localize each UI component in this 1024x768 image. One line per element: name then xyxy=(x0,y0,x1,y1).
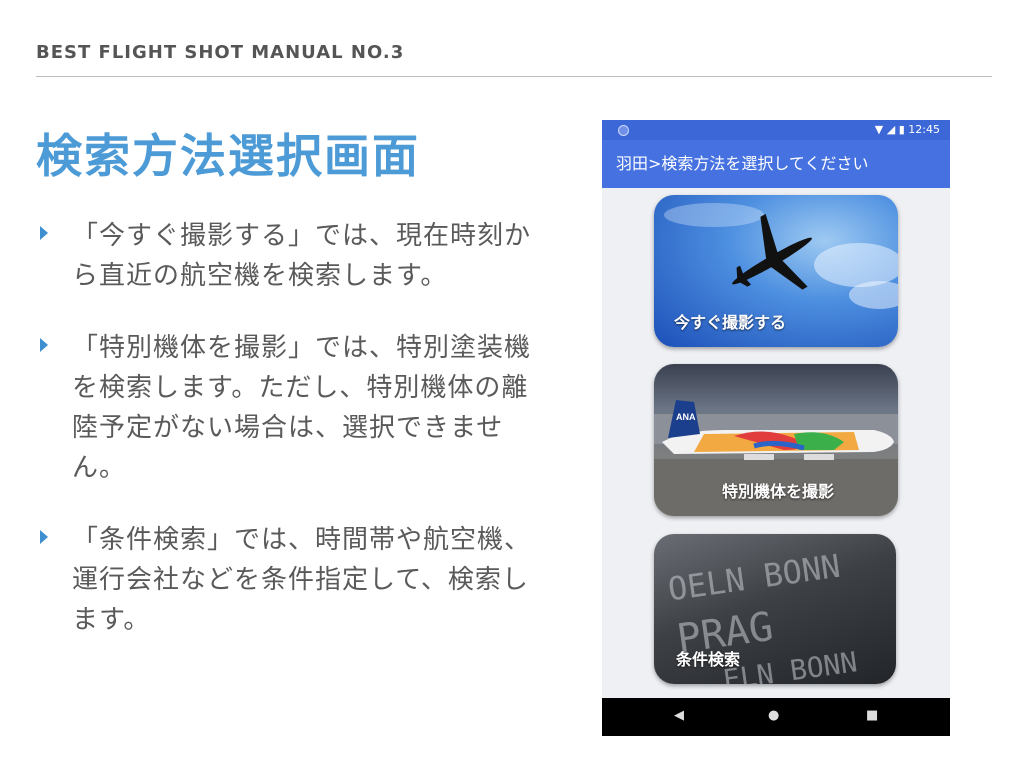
bullet-list: 「今すぐ撮影する」では、現在時刻から直近の航空機を検索します。 「特別機体を撮影… xyxy=(36,216,536,672)
shoot-now-button[interactable]: 今すぐ撮影する xyxy=(654,195,898,347)
condition-search-button[interactable]: OELN BONN PRAG ELN BONN 条件検索 xyxy=(654,534,896,684)
special-aircraft-button[interactable]: ANA 特別機体を撮影 xyxy=(654,364,898,516)
bullet-item: 「特別機体を撮影」では、特別塗装機を検索します。ただし、特別機体の離陸予定がない… xyxy=(36,328,536,488)
status-time: 12:45 xyxy=(908,123,940,136)
bullet-arrow-icon xyxy=(40,530,48,544)
manual-header: BEST FLIGHT SHOT MANUAL NO.3 xyxy=(36,42,405,63)
header-divider xyxy=(36,76,992,77)
bullet-item: 「条件検索」では、時間帯や航空機、運行会社などを条件指定して、検索します。 xyxy=(36,520,536,640)
wifi-icon: ▼ xyxy=(874,123,884,136)
board-row-1: OELN BONN xyxy=(666,547,843,609)
back-icon[interactable]: ◀ xyxy=(674,708,684,723)
system-nav-bar: ◀ ● ■ xyxy=(602,698,950,736)
page-title: 検索方法選択画面 xyxy=(36,129,420,183)
status-bar: ▼ ◢ ▮ 12:45 xyxy=(602,120,950,140)
airline-logo: ANA xyxy=(676,412,696,422)
status-icons: ▼ ◢ ▮ 12:45 xyxy=(875,123,940,136)
notification-dot-icon xyxy=(618,125,629,136)
app-bar-title: 羽田>検索方法を選択してください xyxy=(602,140,950,188)
recents-icon[interactable]: ■ xyxy=(866,708,878,723)
bullet-text: 「今すぐ撮影する」では、現在時刻から直近の航空機を検索します。 xyxy=(72,221,532,291)
special-aircraft-label: 特別機体を撮影 xyxy=(722,482,835,501)
bullet-text: 「特別機体を撮影」では、特別塗装機を検索します。ただし、特別機体の離陸予定がない… xyxy=(72,333,532,483)
phone-screenshot: ▼ ◢ ▮ 12:45 羽田>検索方法を選択してください 今すぐ撮影する ANA… xyxy=(602,120,950,736)
condition-search-label: 条件検索 xyxy=(676,650,741,669)
bullet-arrow-icon xyxy=(40,338,48,352)
bullet-arrow-icon xyxy=(40,226,48,240)
bullet-item: 「今すぐ撮影する」では、現在時刻から直近の航空機を検索します。 xyxy=(36,216,536,296)
shoot-now-label: 今すぐ撮影する xyxy=(674,313,787,332)
signal-icon: ◢ xyxy=(886,123,896,136)
home-icon[interactable]: ● xyxy=(768,708,779,723)
bullet-text: 「条件検索」では、時間帯や航空機、運行会社などを条件指定して、検索します。 xyxy=(72,525,532,635)
battery-icon: ▮ xyxy=(898,123,905,136)
